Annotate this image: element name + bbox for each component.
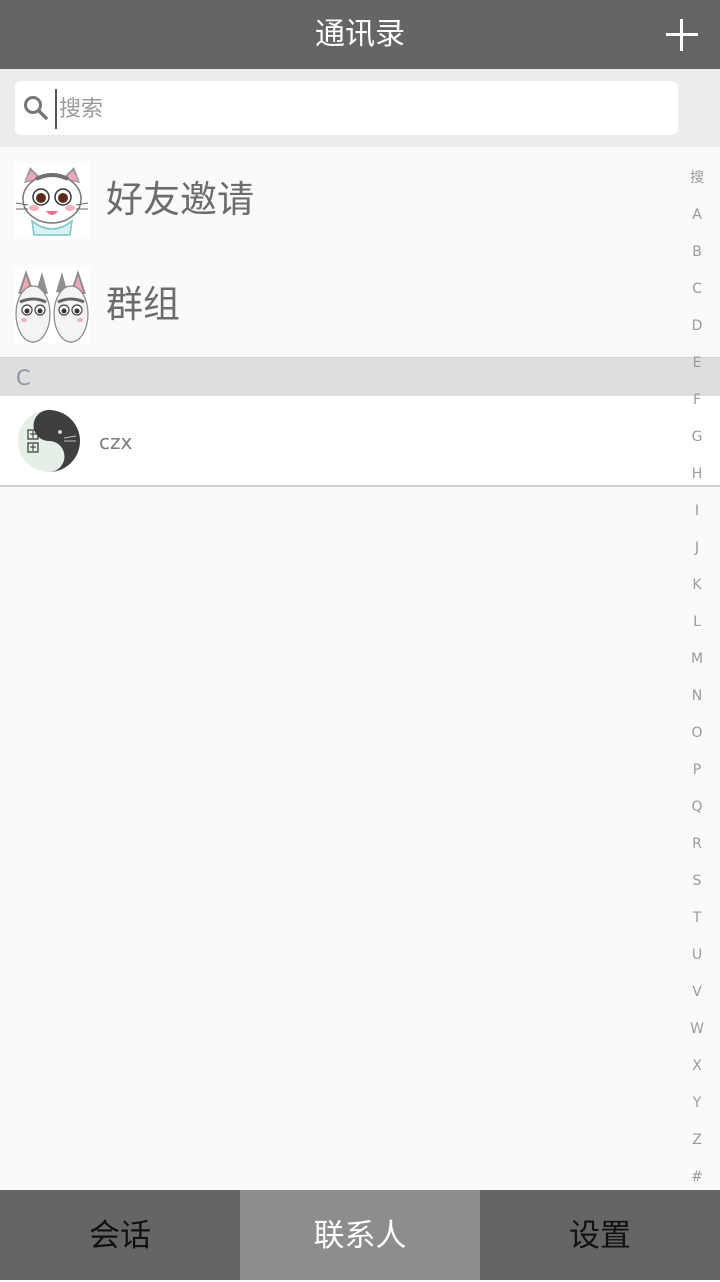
index-letter[interactable]: K [677, 567, 717, 604]
tab-settings[interactable]: 设置 [480, 1190, 720, 1280]
tab-conversations[interactable]: 会话 [0, 1190, 240, 1280]
index-letter[interactable]: W [677, 1011, 717, 1048]
search-bar [0, 69, 720, 147]
index-letter[interactable]: S [677, 863, 717, 900]
index-letter[interactable]: Q [677, 789, 717, 826]
index-letter[interactable]: D [677, 308, 717, 345]
tab-contacts[interactable]: 联系人 [240, 1190, 480, 1280]
index-letter[interactable]: O [677, 715, 717, 752]
section-header-c: C [0, 357, 720, 396]
index-letter[interactable]: P [677, 752, 717, 789]
index-letter[interactable]: C [677, 271, 717, 308]
yin-yang-cat-avatar-icon [16, 408, 82, 474]
cat-pair-avatar-icon [14, 268, 90, 344]
index-letter[interactable]: X [677, 1048, 717, 1085]
friend-invites-label: 好友邀请 [106, 178, 254, 221]
index-letter[interactable]: N [677, 678, 717, 715]
index-letter[interactable]: L [677, 604, 717, 641]
index-letter[interactable]: G [677, 419, 717, 456]
contact-row[interactable]: czx [0, 396, 720, 487]
search-input[interactable] [55, 89, 661, 129]
cat-avatar-icon [14, 163, 90, 239]
index-letter[interactable]: H [677, 456, 717, 493]
index-letter[interactable]: U [677, 937, 717, 974]
groups-row[interactable]: 群组 [0, 252, 720, 357]
bottom-tab-bar: 会话 联系人 设置 [0, 1190, 720, 1280]
search-icon [23, 95, 49, 121]
index-letter[interactable]: J [677, 530, 717, 567]
plus-icon[interactable] [662, 15, 702, 55]
index-letter[interactable]: F [677, 382, 717, 419]
friend-invites-row[interactable]: 好友邀请 [0, 147, 720, 252]
page-title: 通讯录 [315, 17, 405, 52]
index-letter[interactable]: Z [677, 1122, 717, 1159]
section-letter: C [16, 366, 31, 390]
groups-label: 群组 [106, 283, 180, 326]
index-letter[interactable]: Y [677, 1085, 717, 1122]
index-letter[interactable]: M [677, 641, 717, 678]
index-letter[interactable]: B [677, 234, 717, 271]
index-letter[interactable]: 搜 [677, 160, 717, 197]
index-letter[interactable]: A [677, 197, 717, 234]
index-letter[interactable]: R [677, 826, 717, 863]
search-box [15, 81, 678, 135]
index-letter[interactable]: V [677, 974, 717, 1011]
title-bar: 通讯录 [0, 0, 720, 69]
index-letter[interactable]: I [677, 493, 717, 530]
index-letter[interactable]: E [677, 345, 717, 382]
contact-name: czx [99, 430, 133, 454]
index-letter[interactable]: T [677, 900, 717, 937]
